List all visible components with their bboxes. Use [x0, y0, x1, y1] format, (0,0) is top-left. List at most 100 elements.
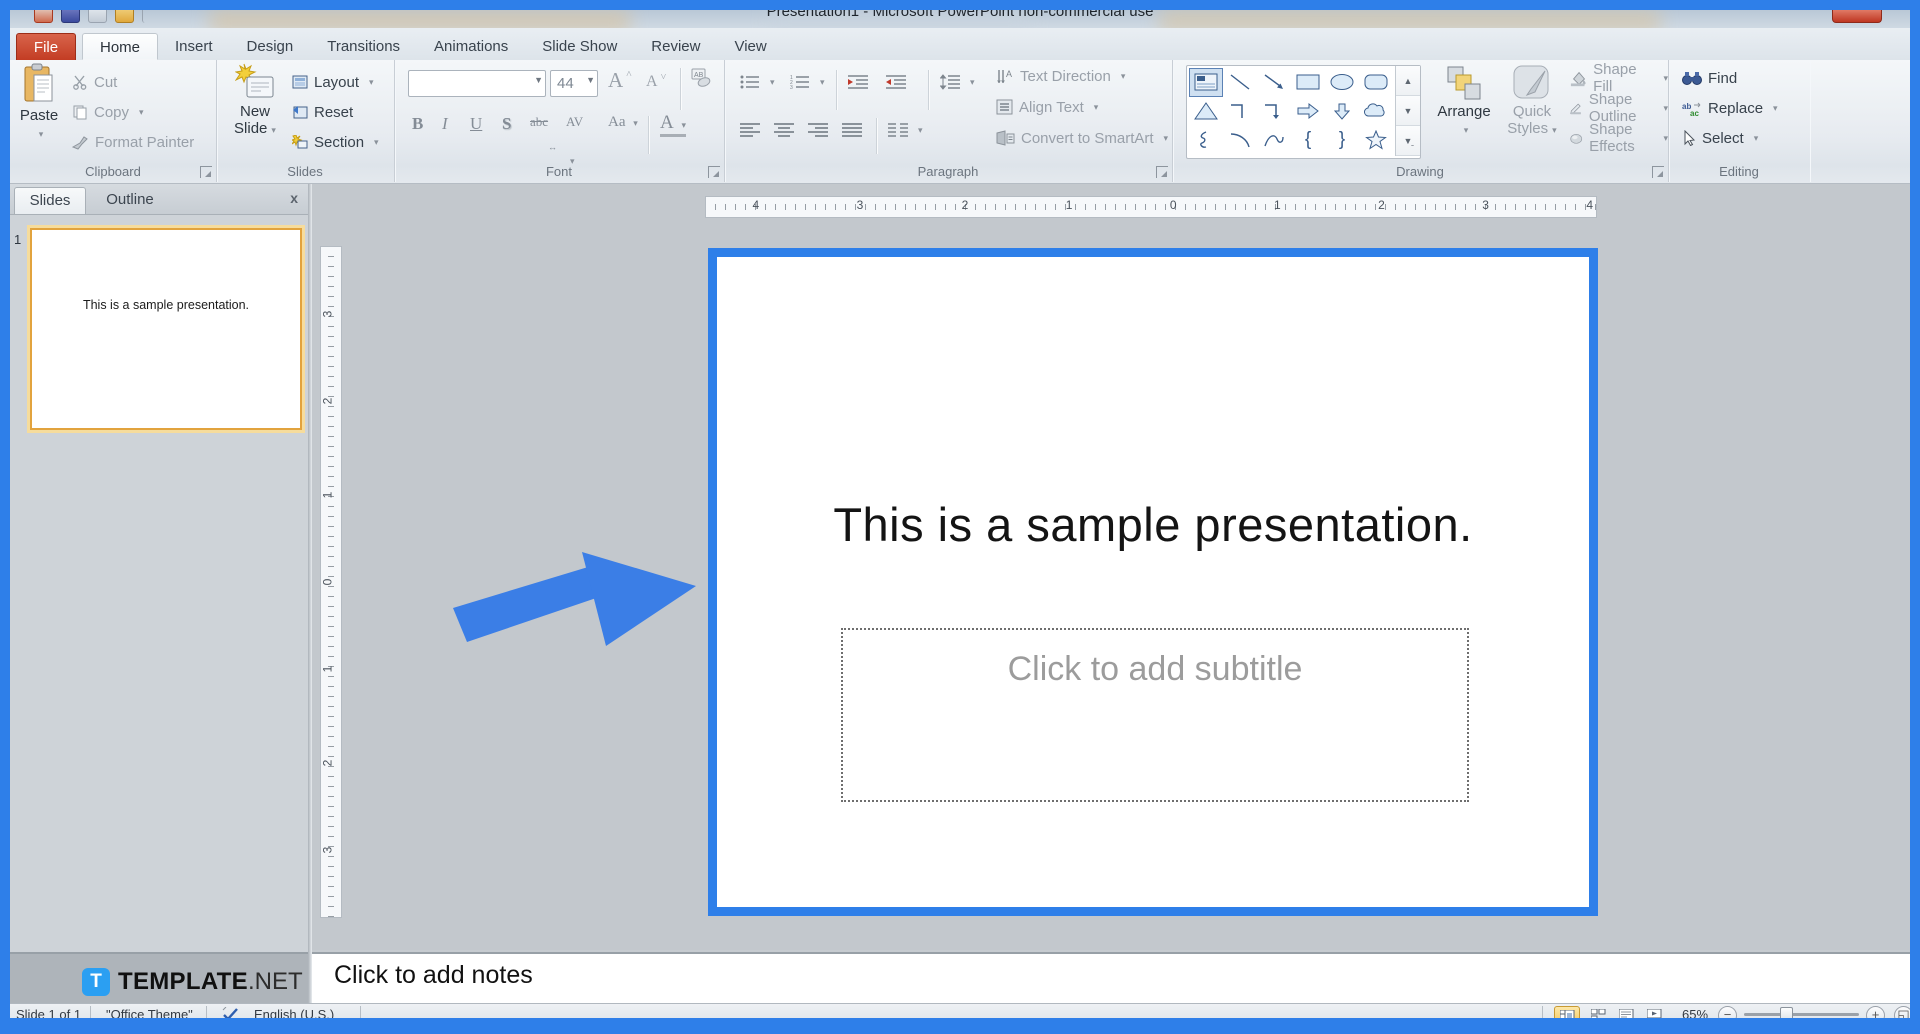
shape-triangle-icon[interactable]	[1189, 97, 1223, 126]
align-left-button[interactable]	[740, 118, 760, 142]
shape-arrow-icon[interactable]	[1257, 68, 1291, 97]
font-size-combobox[interactable]: 44 ▼	[550, 70, 598, 97]
shapes-more-icon[interactable]: ▼̱	[1396, 126, 1420, 156]
shapes-scroll-down-icon[interactable]: ▼	[1396, 96, 1420, 126]
strikethrough-button[interactable]: abc	[530, 114, 548, 130]
section-button[interactable]: Section	[292, 130, 379, 154]
align-right-button[interactable]	[808, 118, 828, 142]
font-color-button[interactable]: A	[660, 114, 686, 137]
shape-right-brace-icon[interactable]: }	[1325, 125, 1359, 154]
fit-to-window-button[interactable]: ◱	[1894, 1006, 1910, 1018]
tab-transitions[interactable]: Transitions	[310, 33, 417, 60]
clipboard-dialog-launcher-icon[interactable]	[200, 166, 212, 178]
shape-scribble-icon[interactable]	[1189, 125, 1223, 154]
shape-curve-icon[interactable]	[1257, 125, 1291, 154]
reading-view-button[interactable]	[1614, 1006, 1638, 1018]
font-dialog-launcher-icon[interactable]	[708, 166, 720, 178]
numbering-button[interactable]: 123	[790, 70, 825, 94]
theme-name[interactable]: "Office Theme"	[106, 1007, 193, 1018]
find-button[interactable]: Find	[1682, 66, 1737, 90]
shape-rectangle-icon[interactable]	[1291, 68, 1325, 97]
shape-effects-button[interactable]: Shape Effects	[1570, 126, 1668, 150]
line-spacing-button[interactable]	[940, 70, 975, 94]
vertical-ruler[interactable]: 3 2 1 0 1 2 3	[320, 246, 342, 918]
font-size-dropdown-icon[interactable]: ▼	[586, 75, 595, 85]
subtitle-placeholder[interactable]: Click to add subtitle	[841, 628, 1469, 802]
zoom-slider[interactable]	[1744, 1013, 1859, 1016]
layout-button[interactable]: Layout	[292, 70, 374, 94]
shape-elbow-arrow-connector-icon[interactable]	[1257, 97, 1291, 126]
close-window-button[interactable]	[1832, 10, 1882, 23]
shapes-scroll-up-icon[interactable]: ▲	[1396, 66, 1420, 96]
language-indicator[interactable]: English (U.S.)	[254, 1007, 334, 1018]
shape-rounded-rectangle-icon[interactable]	[1359, 68, 1393, 97]
shrink-font-button[interactable]: A˅	[646, 70, 666, 94]
shape-left-brace-icon[interactable]: {	[1291, 125, 1325, 154]
replace-button[interactable]: ab ac Replace	[1682, 96, 1778, 120]
bullets-button[interactable]	[740, 70, 775, 94]
shape-right-arrow-icon[interactable]	[1291, 97, 1325, 126]
slide-show-button[interactable]	[1642, 1006, 1666, 1018]
shape-cloud-icon[interactable]	[1359, 97, 1393, 126]
font-name-combobox[interactable]: ▼	[408, 70, 546, 97]
shape-oval-icon[interactable]	[1325, 68, 1359, 97]
shape-down-arrow-icon[interactable]	[1325, 97, 1359, 126]
shape-text-slide-icon[interactable]	[1189, 68, 1223, 97]
zoom-out-button[interactable]: −	[1718, 1006, 1737, 1018]
text-direction-button[interactable]: A Text Direction	[996, 64, 1125, 88]
underline-button[interactable]: U	[470, 114, 482, 134]
tab-outline-pane[interactable]: Outline	[90, 187, 170, 213]
paragraph-dialog-launcher-icon[interactable]	[1156, 166, 1168, 178]
shape-outline-button[interactable]: Shape Outline	[1570, 96, 1668, 120]
shape-arc-icon[interactable]	[1223, 125, 1257, 154]
arrange-button[interactable]: Arrange	[1430, 62, 1498, 160]
reset-button[interactable]: Reset	[292, 100, 353, 124]
shape-line-icon[interactable]	[1223, 68, 1257, 97]
tab-animations[interactable]: Animations	[417, 33, 525, 60]
tab-slide-show[interactable]: Slide Show	[525, 33, 634, 60]
italic-button[interactable]: I	[442, 114, 448, 134]
zoom-slider-handle[interactable]	[1780, 1007, 1793, 1018]
font-name-dropdown-icon[interactable]: ▼	[534, 75, 543, 85]
drawing-dialog-launcher-icon[interactable]	[1652, 166, 1664, 178]
text-shadow-button[interactable]: S	[502, 114, 511, 134]
slide-workspace[interactable]: This is a sample presentation. Click to …	[708, 248, 1598, 916]
columns-button[interactable]	[888, 118, 923, 142]
shape-fill-button[interactable]: Shape Fill	[1570, 66, 1668, 90]
notes-pane[interactable]: Click to add notes	[312, 952, 1910, 1005]
character-spacing-button[interactable]: AV↔	[566, 114, 583, 168]
align-center-button[interactable]	[774, 118, 794, 142]
clear-formatting-button[interactable]: AB	[690, 66, 712, 90]
slide-title-text[interactable]: This is a sample presentation.	[717, 497, 1589, 552]
shape-star-icon[interactable]	[1359, 125, 1393, 154]
tab-insert[interactable]: Insert	[158, 33, 230, 60]
quick-styles-button[interactable]: Quick Styles	[1500, 62, 1564, 160]
shape-elbow-connector-icon[interactable]	[1223, 97, 1257, 126]
new-slide-button[interactable]: New Slide	[228, 62, 282, 160]
spellcheck-icon[interactable]	[222, 1007, 240, 1018]
zoom-in-button[interactable]: +	[1866, 1006, 1885, 1018]
tab-design[interactable]: Design	[230, 33, 311, 60]
justify-button[interactable]	[842, 118, 862, 142]
tab-home[interactable]: Home	[82, 33, 158, 60]
tab-slides-pane[interactable]: Slides	[14, 187, 86, 214]
increase-indent-button[interactable]	[886, 70, 906, 94]
copy-button[interactable]: Copy	[72, 100, 144, 124]
bold-button[interactable]: B	[412, 114, 423, 134]
tab-view[interactable]: View	[717, 33, 783, 60]
paste-button[interactable]: Paste	[15, 62, 63, 160]
slide-thumbnail[interactable]: This is a sample presentation.	[30, 228, 302, 430]
select-button[interactable]: Select	[1682, 126, 1758, 150]
format-painter-button[interactable]: Format Painter	[72, 130, 194, 154]
cut-button[interactable]: Cut	[72, 70, 117, 94]
grow-font-button[interactable]: A˄	[608, 68, 632, 92]
zoom-level[interactable]: 65%	[1682, 1007, 1708, 1018]
tab-file[interactable]: File	[16, 33, 76, 61]
horizontal-ruler[interactable]: 4 3 2 1 0 1 2 3 4	[705, 196, 1597, 218]
change-case-button[interactable]: Aa	[608, 114, 638, 131]
decrease-indent-button[interactable]	[848, 70, 868, 94]
align-text-button[interactable]: Align Text	[996, 95, 1098, 119]
normal-view-button[interactable]	[1554, 1006, 1580, 1018]
slide-sorter-view-button[interactable]	[1586, 1006, 1610, 1018]
convert-to-smartart-button[interactable]: Convert to SmartArt	[996, 126, 1168, 150]
